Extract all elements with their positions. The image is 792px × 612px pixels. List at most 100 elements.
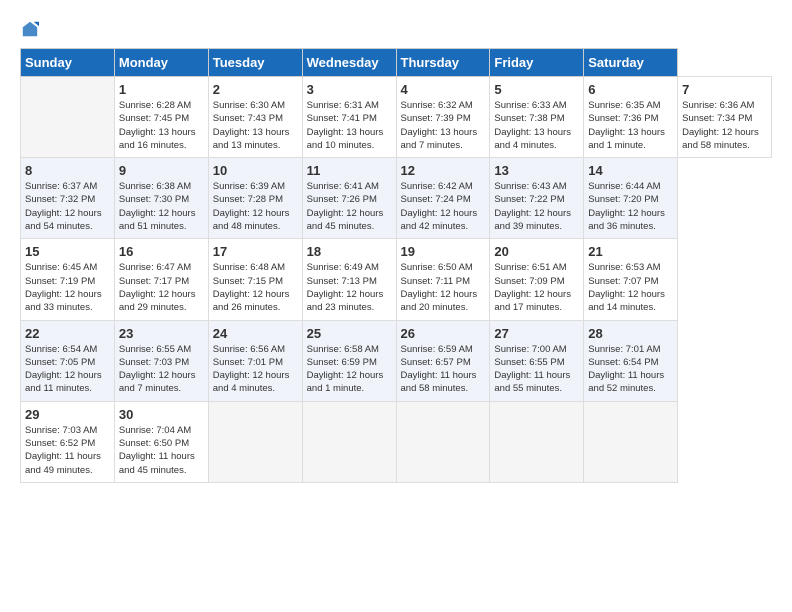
- day-info: Sunrise: 6:37 AM Sunset: 7:32 PM Dayligh…: [25, 180, 110, 233]
- calendar-cell-w2-d2: 17Sunrise: 6:48 AM Sunset: 7:15 PM Dayli…: [208, 239, 302, 320]
- day-info: Sunrise: 6:42 AM Sunset: 7:24 PM Dayligh…: [401, 180, 486, 233]
- day-info: Sunrise: 6:43 AM Sunset: 7:22 PM Dayligh…: [494, 180, 579, 233]
- day-number: 13: [494, 163, 579, 178]
- day-number: 8: [25, 163, 110, 178]
- calendar-cell-w4-d2: [208, 401, 302, 482]
- day-info: Sunrise: 7:04 AM Sunset: 6:50 PM Dayligh…: [119, 424, 204, 477]
- logo-icon: [21, 20, 39, 38]
- day-number: 17: [213, 244, 298, 259]
- header-sunday: Sunday: [21, 49, 115, 77]
- day-number: 1: [119, 82, 204, 97]
- day-info: Sunrise: 6:30 AM Sunset: 7:43 PM Dayligh…: [213, 99, 298, 152]
- header-monday: Monday: [114, 49, 208, 77]
- calendar-cell-w0-d1: 1 Sunrise: 6:28 AM Sunset: 7:45 PM Daylig…: [114, 77, 208, 158]
- day-number: 7: [682, 82, 767, 97]
- day-number: 22: [25, 326, 110, 341]
- header-thursday: Thursday: [396, 49, 490, 77]
- calendar-cell-w0-d3: 3 Sunrise: 6:31 AM Sunset: 7:41 PM Daylig…: [302, 77, 396, 158]
- calendar-cell-w1-d2: 10 Sunrise: 6:39 AM Sunset: 7:28 PM Dayli…: [208, 158, 302, 239]
- day-info: Sunrise: 6:35 AM Sunset: 7:36 PM Dayligh…: [588, 99, 673, 152]
- day-number: 24: [213, 326, 298, 341]
- day-info: Sunrise: 6:58 AM Sunset: 6:59 PM Dayligh…: [307, 343, 392, 396]
- day-number: 16: [119, 244, 204, 259]
- calendar-cell-w3-d0: 22 Sunrise: 6:54 AM Sunset: 7:05 PM Dayli…: [21, 320, 115, 401]
- calendar-cell-w3-d6: 28Sunrise: 7:01 AM Sunset: 6:54 PM Dayli…: [584, 320, 678, 401]
- day-number: 29: [25, 407, 110, 422]
- day-info: Sunrise: 6:47 AM Sunset: 7:17 PM Dayligh…: [119, 261, 204, 314]
- day-info: Sunrise: 6:44 AM Sunset: 7:20 PM Dayligh…: [588, 180, 673, 233]
- day-info: Sunrise: 6:55 AM Sunset: 7:03 PM Dayligh…: [119, 343, 204, 396]
- calendar-cell-w4-d6: [584, 401, 678, 482]
- calendar-cell-w3-d4: 26 Sunrise: 6:59 AM Sunset: 6:57 PM Dayli…: [396, 320, 490, 401]
- day-info: Sunrise: 7:00 AM Sunset: 6:55 PM Dayligh…: [494, 343, 579, 396]
- day-number: 18: [307, 244, 392, 259]
- calendar-cell-w2-d1: 16 Sunrise: 6:47 AM Sunset: 7:17 PM Dayli…: [114, 239, 208, 320]
- day-number: 30: [119, 407, 204, 422]
- calendar-cell-w2-d3: 18 Sunrise: 6:49 AM Sunset: 7:13 PM Dayli…: [302, 239, 396, 320]
- calendar-cell-w0-d5: 5 Sunrise: 6:33 AM Sunset: 7:38 PM Daylig…: [490, 77, 584, 158]
- calendar-cell-w4-d3: [302, 401, 396, 482]
- day-info: Sunrise: 6:38 AM Sunset: 7:30 PM Dayligh…: [119, 180, 204, 233]
- day-number: 5: [494, 82, 579, 97]
- day-number: 25: [307, 326, 392, 341]
- calendar-cell-w0-d0: [21, 77, 115, 158]
- day-number: 4: [401, 82, 486, 97]
- day-info: Sunrise: 6:49 AM Sunset: 7:13 PM Dayligh…: [307, 261, 392, 314]
- calendar-cell-w3-d5: 27 Sunrise: 7:00 AM Sunset: 6:55 PM Dayli…: [490, 320, 584, 401]
- day-number: 19: [401, 244, 486, 259]
- calendar-cell-w4-d4: [396, 401, 490, 482]
- day-info: Sunrise: 6:33 AM Sunset: 7:38 PM Dayligh…: [494, 99, 579, 152]
- calendar-cell-w4-d5: [490, 401, 584, 482]
- day-info: Sunrise: 7:01 AM Sunset: 6:54 PM Dayligh…: [588, 343, 673, 396]
- page-header: [20, 20, 772, 38]
- day-info: Sunrise: 6:32 AM Sunset: 7:39 PM Dayligh…: [401, 99, 486, 152]
- calendar-cell-w1-d5: 13 Sunrise: 6:43 AM Sunset: 7:22 PM Dayli…: [490, 158, 584, 239]
- calendar-cell-w3-d3: 25 Sunrise: 6:58 AM Sunset: 6:59 PM Dayli…: [302, 320, 396, 401]
- calendar-cell-w3-d2: 24 Sunrise: 6:56 AM Sunset: 7:01 PM Dayli…: [208, 320, 302, 401]
- day-info: Sunrise: 6:31 AM Sunset: 7:41 PM Dayligh…: [307, 99, 392, 152]
- day-info: Sunrise: 6:53 AM Sunset: 7:07 PM Dayligh…: [588, 261, 673, 314]
- day-info: Sunrise: 6:54 AM Sunset: 7:05 PM Dayligh…: [25, 343, 110, 396]
- calendar-table: SundayMondayTuesdayWednesdayThursdayFrid…: [20, 48, 772, 483]
- calendar-cell-w3-d1: 23 Sunrise: 6:55 AM Sunset: 7:03 PM Dayli…: [114, 320, 208, 401]
- calendar-cell-w2-d0: 15 Sunrise: 6:45 AM Sunset: 7:19 PM Dayli…: [21, 239, 115, 320]
- calendar-cell-w2-d5: 20 Sunrise: 6:51 AM Sunset: 7:09 PM Dayli…: [490, 239, 584, 320]
- calendar-cell-w0-d7: 7 Sunrise: 6:36 AM Sunset: 7:34 PM Daylig…: [678, 77, 772, 158]
- day-number: 11: [307, 163, 392, 178]
- calendar-cell-w2-d4: 19 Sunrise: 6:50 AM Sunset: 7:11 PM Dayli…: [396, 239, 490, 320]
- day-number: 12: [401, 163, 486, 178]
- day-info: Sunrise: 6:56 AM Sunset: 7:01 PM Dayligh…: [213, 343, 298, 396]
- calendar-cell-w1-d4: 12 Sunrise: 6:42 AM Sunset: 7:24 PM Dayli…: [396, 158, 490, 239]
- day-info: Sunrise: 6:50 AM Sunset: 7:11 PM Dayligh…: [401, 261, 486, 314]
- calendar-cell-w0-d2: 2 Sunrise: 6:30 AM Sunset: 7:43 PM Daylig…: [208, 77, 302, 158]
- day-number: 26: [401, 326, 486, 341]
- logo: [20, 20, 40, 38]
- calendar-cell-w4-d0: 29 Sunrise: 7:03 AM Sunset: 6:52 PM Dayli…: [21, 401, 115, 482]
- day-number: 21: [588, 244, 673, 259]
- day-info: Sunrise: 6:28 AM Sunset: 7:45 PM Dayligh…: [119, 99, 204, 152]
- day-number: 2: [213, 82, 298, 97]
- calendar-cell-w2-d6: 21 Sunrise: 6:53 AM Sunset: 7:07 PM Dayli…: [584, 239, 678, 320]
- day-number: 20: [494, 244, 579, 259]
- calendar-cell-w1-d6: 14 Sunrise: 6:44 AM Sunset: 7:20 PM Dayli…: [584, 158, 678, 239]
- day-number: 3: [307, 82, 392, 97]
- calendar-cell-w1-d1: 9 Sunrise: 6:38 AM Sunset: 7:30 PM Daylig…: [114, 158, 208, 239]
- day-info: Sunrise: 6:45 AM Sunset: 7:19 PM Dayligh…: [25, 261, 110, 314]
- day-info: Sunrise: 7:03 AM Sunset: 6:52 PM Dayligh…: [25, 424, 110, 477]
- calendar-cell-w4-d1: 30 Sunrise: 7:04 AM Sunset: 6:50 PM Dayli…: [114, 401, 208, 482]
- day-number: 10: [213, 163, 298, 178]
- day-info: Sunrise: 6:36 AM Sunset: 7:34 PM Dayligh…: [682, 99, 767, 152]
- day-number: 9: [119, 163, 204, 178]
- day-number: 14: [588, 163, 673, 178]
- header-friday: Friday: [490, 49, 584, 77]
- day-number: 27: [494, 326, 579, 341]
- day-number: 15: [25, 244, 110, 259]
- day-number: 6: [588, 82, 673, 97]
- day-info: Sunrise: 6:59 AM Sunset: 6:57 PM Dayligh…: [401, 343, 486, 396]
- calendar-cell-w1-d3: 11Sunrise: 6:41 AM Sunset: 7:26 PM Dayli…: [302, 158, 396, 239]
- header-wednesday: Wednesday: [302, 49, 396, 77]
- calendar-cell-w0-d4: 4 Sunrise: 6:32 AM Sunset: 7:39 PM Daylig…: [396, 77, 490, 158]
- day-number: 23: [119, 326, 204, 341]
- day-info: Sunrise: 6:51 AM Sunset: 7:09 PM Dayligh…: [494, 261, 579, 314]
- day-info: Sunrise: 6:39 AM Sunset: 7:28 PM Dayligh…: [213, 180, 298, 233]
